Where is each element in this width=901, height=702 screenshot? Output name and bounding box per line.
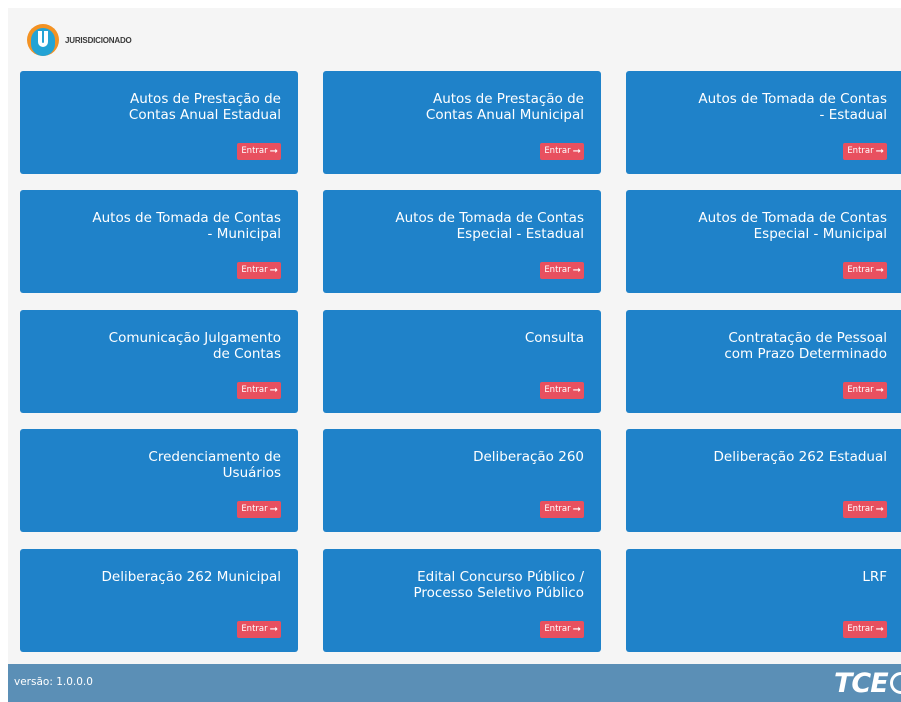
- arrow-right-icon: ➞: [269, 146, 278, 157]
- card-title: Deliberação 262 Estadual: [713, 449, 887, 465]
- service-card[interactable]: Comunicação Julgamento de Contas Entrar ➞: [20, 310, 298, 413]
- header: JURISDICIONADO: [8, 8, 901, 66]
- service-card[interactable]: Edital Concurso Público / Processo Selet…: [323, 549, 601, 652]
- enter-button[interactable]: Entrar ➞: [540, 501, 584, 518]
- enter-button-label: Entrar: [241, 265, 268, 275]
- enter-button-label: Entrar: [544, 624, 571, 634]
- arrow-right-icon: ➞: [875, 265, 884, 276]
- tce-brand-logo: TCE: [834, 667, 901, 699]
- enter-button[interactable]: Entrar ➞: [843, 262, 887, 279]
- enter-button[interactable]: Entrar ➞: [843, 382, 887, 399]
- arrow-right-icon: ➞: [269, 385, 278, 396]
- arrow-right-icon: ➞: [875, 385, 884, 396]
- card-title: Deliberação 262 Municipal: [101, 569, 281, 585]
- enter-button-label: Entrar: [544, 265, 571, 275]
- logo[interactable]: JURISDICIONADO: [25, 20, 165, 60]
- card-title: Autos de Prestação de Contas Anual Estad…: [128, 91, 281, 123]
- card-title: Autos de Prestação de Contas Anual Munic…: [425, 91, 584, 123]
- card-title: Autos de Tomada de Contas Especial - Mun…: [698, 210, 887, 242]
- enter-button[interactable]: Entrar ➞: [843, 143, 887, 160]
- enter-button[interactable]: Entrar ➞: [843, 621, 887, 638]
- service-card[interactable]: Autos de Prestação de Contas Anual Estad…: [20, 71, 298, 174]
- card-title: Consulta: [524, 330, 584, 346]
- card-title: Autos de Tomada de Contas Especial - Est…: [395, 210, 584, 242]
- service-card[interactable]: Deliberação 262 Municipal Entrar ➞: [20, 549, 298, 652]
- card-title: Autos de Tomada de Contas - Municipal: [92, 210, 281, 242]
- enter-button[interactable]: Entrar ➞: [843, 501, 887, 518]
- arrow-right-icon: ➞: [269, 624, 278, 635]
- logo-text: JURISDICIONADO: [65, 35, 132, 45]
- arrow-right-icon: ➞: [875, 504, 884, 515]
- arrow-right-icon: ➞: [572, 385, 581, 396]
- enter-button-label: Entrar: [847, 385, 874, 395]
- service-card[interactable]: Consulta Entrar ➞: [323, 310, 601, 413]
- service-card[interactable]: Autos de Tomada de Contas Especial - Mun…: [626, 190, 901, 293]
- enter-button[interactable]: Entrar ➞: [237, 621, 281, 638]
- jurisdicionado-logo-icon: [27, 24, 59, 56]
- service-card[interactable]: Contratação de Pessoal com Prazo Determi…: [626, 310, 901, 413]
- card-title: Credenciamento de Usuários: [148, 449, 281, 481]
- app-container: JURISDICIONADO Autos de Prestação de Con…: [8, 8, 901, 702]
- arrow-right-icon: ➞: [269, 504, 278, 515]
- brand-text: TCE: [834, 667, 889, 699]
- card-title: Deliberação 260: [473, 449, 584, 465]
- service-card[interactable]: Autos de Tomada de Contas - Estadual Entr…: [626, 71, 901, 174]
- service-card[interactable]: Credenciamento de Usuários Entrar ➞: [20, 429, 298, 532]
- service-card[interactable]: Autos de Prestação de Contas Anual Munic…: [323, 71, 601, 174]
- enter-button-label: Entrar: [544, 504, 571, 514]
- enter-button-label: Entrar: [241, 385, 268, 395]
- enter-button[interactable]: Entrar ➞: [540, 382, 584, 399]
- arrow-right-icon: ➞: [875, 146, 884, 157]
- service-card[interactable]: LRF Entrar ➞: [626, 549, 901, 652]
- enter-button-label: Entrar: [241, 146, 268, 156]
- enter-button-label: Entrar: [847, 146, 874, 156]
- enter-button[interactable]: Entrar ➞: [237, 262, 281, 279]
- arrow-right-icon: ➞: [572, 146, 581, 157]
- enter-button[interactable]: Entrar ➞: [237, 143, 281, 160]
- arrow-right-icon: ➞: [572, 504, 581, 515]
- enter-button-label: Entrar: [241, 624, 268, 634]
- service-card[interactable]: Deliberação 260 Entrar ➞: [323, 429, 601, 532]
- card-title: Contratação de Pessoal com Prazo Determi…: [724, 330, 887, 362]
- service-card[interactable]: Autos de Tomada de Contas - Municipal Ent…: [20, 190, 298, 293]
- enter-button[interactable]: Entrar ➞: [237, 501, 281, 518]
- arrow-right-icon: ➞: [572, 265, 581, 276]
- card-title: Edital Concurso Público / Processo Selet…: [413, 569, 585, 601]
- enter-button-label: Entrar: [847, 265, 874, 275]
- enter-button[interactable]: Entrar ➞: [237, 382, 281, 399]
- enter-button[interactable]: Entrar ➞: [540, 621, 584, 638]
- card-title: Comunicação Julgamento de Contas: [108, 330, 281, 362]
- enter-button-label: Entrar: [847, 624, 874, 634]
- service-card[interactable]: Deliberação 262 Estadual Entrar ➞: [626, 429, 901, 532]
- card-title: LRF: [862, 569, 887, 585]
- footer: versão: 1.0.0.0 TCE: [8, 664, 901, 702]
- enter-button-label: Entrar: [241, 504, 268, 514]
- brand-mark-icon: [889, 672, 901, 694]
- enter-button-label: Entrar: [847, 504, 874, 514]
- arrow-right-icon: ➞: [269, 265, 278, 276]
- arrow-right-icon: ➞: [572, 624, 581, 635]
- enter-button-label: Entrar: [544, 146, 571, 156]
- enter-button[interactable]: Entrar ➞: [540, 262, 584, 279]
- arrow-right-icon: ➞: [875, 624, 884, 635]
- enter-button[interactable]: Entrar ➞: [540, 143, 584, 160]
- card-title: Autos de Tomada de Contas - Estadual: [698, 91, 887, 123]
- version-label: versão: 1.0.0.0: [14, 676, 93, 688]
- service-card[interactable]: Autos de Tomada de Contas Especial - Est…: [323, 190, 601, 293]
- enter-button-label: Entrar: [544, 385, 571, 395]
